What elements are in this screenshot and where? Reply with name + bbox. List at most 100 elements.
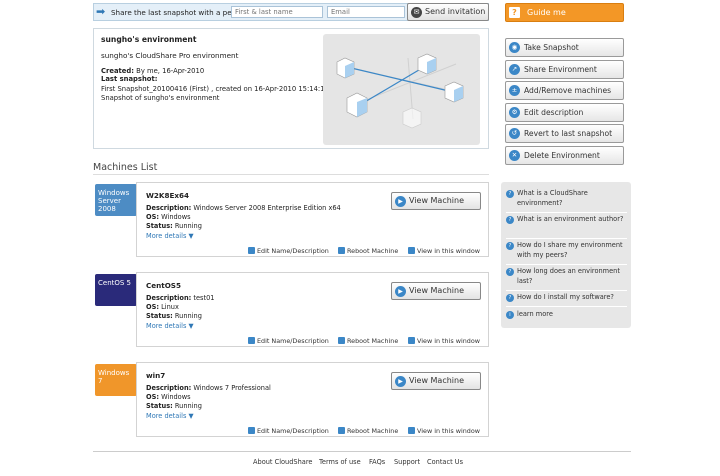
info-icon: ?: [506, 242, 514, 250]
description-value: Windows Server 2008 Enterprise Edition x…: [193, 204, 341, 212]
add-remove-machines-button[interactable]: ± Add/Remove machines: [505, 81, 624, 100]
edit-description-button[interactable]: ⚙ Edit description: [505, 103, 624, 122]
help-icon: ?: [509, 7, 520, 18]
machine-description: Description: Windows 7 Professional: [146, 384, 271, 392]
machine-card: W2K8Ex64 Description: Windows Server 200…: [136, 182, 489, 257]
take-snapshot-button[interactable]: ◉ Take Snapshot: [505, 38, 624, 57]
footer-link-about[interactable]: About CloudShare: [253, 458, 312, 466]
machine-card: CentOS5 Description: test01 OS: Linux St…: [136, 272, 489, 347]
environment-panel: sungho's environment sungho's CloudShare…: [93, 28, 489, 149]
footer-link-faqs[interactable]: FAQs: [369, 458, 385, 466]
footer-link-terms[interactable]: Terms of use: [319, 458, 361, 466]
environment-subtitle: sungho's CloudShare Pro environment: [101, 51, 239, 60]
take-snapshot-label: Take Snapshot: [524, 43, 579, 52]
share-label: Share the last snapshot with a peer:: [111, 8, 242, 17]
faq-panel: ? What is a CloudShare environment? ? Wh…: [501, 182, 631, 328]
play-icon: ▶: [395, 196, 406, 207]
more-details-label: More details: [146, 232, 187, 240]
faq-item[interactable]: ? How do I install my software?: [506, 293, 627, 307]
machine-actions: Edit Name/Description Reboot Machine Vie…: [137, 427, 489, 437]
reboot-label: Reboot Machine: [347, 247, 399, 255]
created-value: By me, 16-Apr-2010: [136, 67, 205, 75]
edit-name-link[interactable]: Edit Name/Description: [248, 247, 329, 255]
machine-os: OS: Linux: [146, 303, 179, 311]
window-icon: [408, 247, 415, 254]
reboot-label: Reboot Machine: [347, 427, 399, 435]
machine-os-logo: Windows Server 2008: [95, 184, 137, 216]
footer-divider: [93, 451, 631, 452]
peer-name-input[interactable]: [231, 6, 323, 18]
status-label: Status:: [146, 222, 173, 230]
faq-item[interactable]: ? What is a CloudShare environment?: [506, 189, 627, 213]
edit-name-link[interactable]: Edit Name/Description: [248, 427, 329, 435]
mail-icon: ✉: [411, 7, 422, 18]
share-environment-button[interactable]: ↗ Share Environment: [505, 60, 624, 79]
view-in-window-link[interactable]: View in this window: [408, 427, 480, 435]
view-machine-label: View Machine: [409, 196, 465, 205]
edit-description-label: Edit description: [524, 108, 584, 117]
reboot-icon: [338, 427, 345, 434]
view-machine-button[interactable]: ▶ View Machine: [391, 192, 481, 210]
faq-link: What is a CloudShare environment?: [517, 189, 588, 207]
reboot-machine-link[interactable]: Reboot Machine: [338, 337, 398, 345]
machine-item: Windows Server 2008 W2K8Ex64 Description…: [93, 182, 489, 265]
reboot-label: Reboot Machine: [347, 337, 399, 345]
view-machine-button[interactable]: ▶ View Machine: [391, 282, 481, 300]
learn-more-link[interactable]: i learn more: [506, 310, 627, 322]
edit-name-link[interactable]: Edit Name/Description: [248, 337, 329, 345]
chevron-down-icon: ▼: [188, 412, 194, 420]
guide-me-label: Guide me: [527, 8, 566, 17]
faq-item[interactable]: ? What is an environment author?: [506, 215, 627, 239]
environment-created: Created: By me, 16-Apr-2010: [101, 67, 204, 75]
edit-icon: [248, 427, 255, 434]
more-details-link[interactable]: More details ▼: [146, 232, 194, 240]
faq-link: How do I install my software?: [517, 293, 614, 301]
machine-os-logo: CentOS 5: [95, 274, 137, 306]
more-details-link[interactable]: More details ▼: [146, 412, 194, 420]
faq-item[interactable]: ? How long does an environment last?: [506, 267, 627, 291]
reboot-machine-link[interactable]: Reboot Machine: [338, 247, 398, 255]
edit-label: Edit Name/Description: [257, 337, 329, 345]
revert-snapshot-label: Revert to last snapshot: [524, 129, 613, 138]
os-label: OS:: [146, 303, 159, 311]
share-icon: ↗: [509, 64, 520, 75]
chevron-down-icon: ▼: [188, 322, 194, 330]
chevron-down-icon: ▼: [188, 232, 194, 240]
status-value: Running: [174, 222, 202, 230]
view-machine-button[interactable]: ▶ View Machine: [391, 372, 481, 390]
faq-link: How do I share my environment with my pe…: [517, 241, 623, 259]
send-invitation-button[interactable]: ✉ Send invitation: [407, 3, 489, 21]
info-icon: ?: [506, 216, 514, 224]
view-in-window-link[interactable]: View in this window: [408, 337, 480, 345]
reboot-icon: [338, 337, 345, 344]
footer-link-contact[interactable]: Contact Us: [427, 458, 463, 466]
reboot-icon: [338, 247, 345, 254]
revert-icon: ↺: [509, 128, 520, 139]
faq-item[interactable]: ? How do I share my environment with my …: [506, 241, 627, 265]
view-window-label: View in this window: [417, 427, 480, 435]
reboot-machine-link[interactable]: Reboot Machine: [338, 427, 398, 435]
info-icon: ?: [506, 294, 514, 302]
faq-link: How long does an environment last?: [517, 267, 620, 285]
machine-actions: Edit Name/Description Reboot Machine Vie…: [137, 247, 489, 257]
status-value: Running: [174, 312, 202, 320]
footer-link-support[interactable]: Support: [394, 458, 420, 466]
peer-email-input[interactable]: [327, 6, 405, 18]
machines-list-title: Machines List: [93, 162, 158, 173]
delete-environment-button[interactable]: ✕ Delete Environment: [505, 146, 624, 165]
machine-os-logo: Windows 7: [95, 364, 137, 396]
environment-diagram: [323, 34, 480, 145]
add-remove-icon: ±: [509, 85, 520, 96]
guide-me-button[interactable]: ? Guide me: [505, 3, 624, 22]
more-details-link[interactable]: More details ▼: [146, 322, 194, 330]
network-diagram-icon: [336, 53, 464, 129]
share-arrow-icon: ➡: [96, 5, 106, 18]
view-in-window-link[interactable]: View in this window: [408, 247, 480, 255]
play-icon: ▶: [395, 376, 406, 387]
send-invitation-label: Send invitation: [425, 7, 486, 16]
machine-name: win7: [146, 371, 166, 380]
window-icon: [408, 337, 415, 344]
view-window-label: View in this window: [417, 337, 480, 345]
revert-snapshot-button[interactable]: ↺ Revert to last snapshot: [505, 124, 624, 143]
machine-name: CentOS5: [146, 281, 181, 290]
